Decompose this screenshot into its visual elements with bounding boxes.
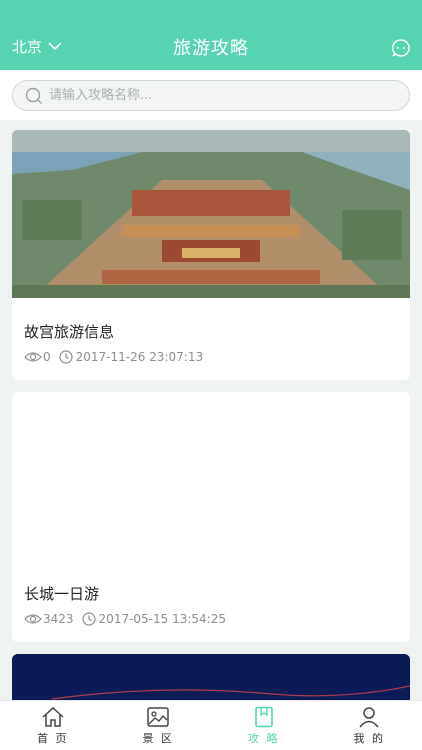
guide-list: 故宫旅游信息 0 2017-11-26 23:07:13 长城一日游 3423 … [12, 130, 410, 704]
home-icon [42, 706, 64, 727]
tab-scenic[interactable]: 景 区 [106, 701, 212, 750]
view-count: 0 [43, 350, 51, 364]
tab-bar: 首 页 景 区 攻 略 我 的 [0, 700, 422, 750]
tab-label: 景 区 [142, 731, 174, 745]
eye-icon [24, 614, 42, 624]
search-box[interactable] [12, 80, 410, 111]
book-icon [254, 706, 273, 727]
tab-guides[interactable]: 攻 略 [211, 701, 317, 750]
message-icon[interactable] [391, 38, 411, 58]
guide-title: 故宫旅游信息 [24, 323, 115, 341]
forbidden-city-image [12, 130, 410, 298]
eye-icon [24, 352, 42, 362]
tab-home[interactable]: 首 页 [0, 701, 106, 750]
search-input[interactable] [49, 88, 379, 103]
image-icon [147, 706, 169, 727]
tab-label: 首 页 [37, 731, 69, 745]
post-time: 2017-05-15 13:54:25 [98, 612, 226, 626]
user-icon [359, 706, 379, 727]
search-bar [0, 70, 422, 120]
clock-icon [59, 350, 73, 364]
search-icon [25, 87, 42, 104]
guide-card-partial[interactable] [12, 654, 410, 704]
tab-label: 我 的 [353, 731, 385, 745]
post-time: 2017-11-26 23:07:13 [75, 350, 204, 364]
guide-meta: 0 2017-11-26 23:07:13 [24, 350, 203, 364]
clock-icon [81, 612, 96, 626]
tab-profile[interactable]: 我 的 [317, 701, 422, 750]
guide-title: 长城一日游 [24, 585, 100, 603]
guide-card[interactable]: 故宫旅游信息 0 2017-11-26 23:07:13 [12, 130, 410, 380]
view-count: 3423 [43, 612, 74, 626]
header: 北京 旅游攻略 [0, 0, 422, 70]
tab-label: 攻 略 [248, 731, 280, 745]
page-title: 旅游攻略 [173, 38, 249, 59]
guide-card[interactable]: 长城一日游 3423 2017-05-15 13:54:25 [12, 392, 410, 642]
guide-meta: 3423 2017-05-15 13:54:25 [24, 612, 226, 626]
guide-card-image [12, 654, 410, 704]
